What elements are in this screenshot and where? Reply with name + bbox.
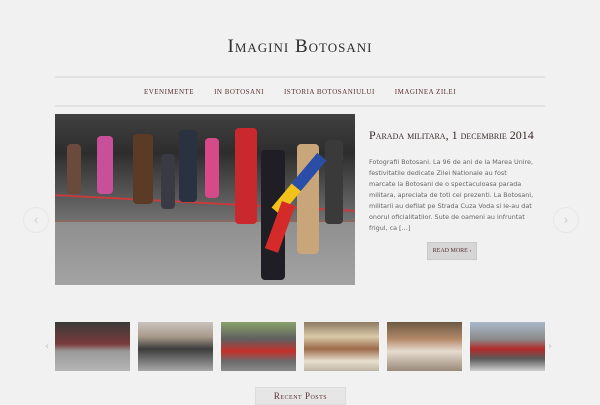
slider-featured-image[interactable] [55, 114, 355, 285]
chevron-right-icon[interactable]: › [548, 341, 552, 352]
read-more-button[interactable]: Read more › [427, 242, 477, 260]
slider-next-button[interactable]: › [553, 207, 579, 233]
spectator-image [133, 134, 153, 204]
main-nav: Evenimente In Botosani Istoria Botosaniu… [55, 76, 545, 107]
slide-title[interactable]: Parada militara, 1 decembrie 2014 [369, 128, 534, 143]
nav-item-in-botosani[interactable]: In Botosani [204, 88, 274, 96]
thumbnail-portrait-man[interactable] [387, 322, 462, 371]
spectator-image [325, 140, 343, 224]
chevron-right-icon: › [563, 213, 569, 227]
spectator-image [67, 144, 81, 194]
slide-caption: Parada militara, 1 decembrie 2014 Fotogr… [369, 128, 534, 234]
spectator-image [205, 138, 219, 198]
spectator-image [235, 128, 257, 224]
thumbnail-parade-soldiers[interactable] [138, 322, 213, 371]
site-title[interactable]: Imagini Botosani [0, 36, 600, 58]
slider-prev-button[interactable]: ‹ [23, 207, 49, 233]
nav-item-evenimente[interactable]: Evenimente [134, 88, 204, 96]
recent-posts-heading: Recent Posts [255, 387, 346, 405]
thumbnail-market-stall[interactable] [304, 322, 379, 371]
chevron-left-icon: ‹ [33, 213, 39, 227]
spectator-image [161, 154, 175, 209]
thumbnail-strip [55, 322, 545, 372]
nav-item-istoria-botosaniului[interactable]: Istoria Botosaniului [274, 88, 385, 96]
chevron-left-icon[interactable]: ‹ [45, 341, 49, 352]
spectator-image [179, 130, 197, 202]
thumbnail-parade-crowd[interactable] [55, 322, 130, 371]
thumbnail-motorcycles[interactable] [470, 322, 545, 371]
slide-excerpt: Fotografii Botosani. La 96 de ani de la … [369, 158, 534, 232]
nav-item-imaginea-zilei[interactable]: Imaginea Zilei [385, 88, 466, 96]
spectator-image [97, 136, 113, 194]
thumbnail-fire-truck[interactable] [221, 322, 296, 371]
